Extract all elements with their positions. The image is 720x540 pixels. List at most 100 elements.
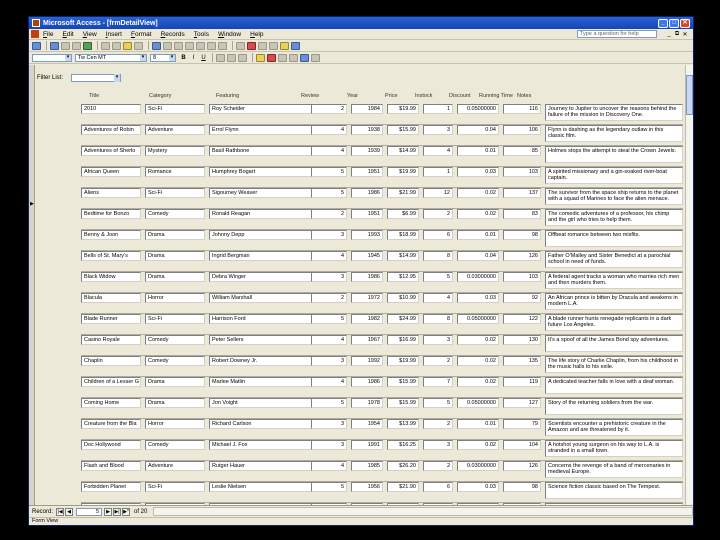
featuring-field[interactable]: William Marshall — [209, 293, 317, 303]
category-field[interactable]: Drama — [145, 230, 205, 240]
cut-icon[interactable] — [101, 41, 110, 50]
running-time-field[interactable]: 103 — [503, 167, 541, 177]
featuring-field[interactable]: Ronald Reagan — [209, 209, 317, 219]
price-field[interactable]: $18.99 — [387, 230, 419, 240]
notes-field[interactable]: Holmes stops the attempt to steal the Cr… — [545, 146, 683, 163]
discount-field[interactable]: 0.02 — [457, 209, 499, 219]
scroll-thumb[interactable] — [686, 75, 693, 115]
title-field[interactable]: Children of a Lesser G — [81, 377, 141, 387]
instock-field[interactable]: 2 — [423, 356, 453, 366]
year-field[interactable]: 1951 — [351, 209, 383, 219]
category-field[interactable]: Drama — [145, 272, 205, 282]
title-field[interactable]: Benny & Joon — [81, 230, 141, 240]
bold-button[interactable]: B — [179, 54, 188, 62]
year-field[interactable]: 1967 — [351, 335, 383, 345]
price-field[interactable]: $6.99 — [387, 209, 419, 219]
discount-field[interactable]: 0.04 — [457, 251, 499, 261]
save-icon[interactable] — [50, 41, 59, 50]
price-field[interactable]: $14.99 — [387, 146, 419, 156]
notes-field[interactable]: A federal agent tracks a woman who marri… — [545, 272, 683, 289]
year-field[interactable]: 1982 — [351, 314, 383, 324]
menu-records[interactable]: Records — [161, 31, 185, 38]
price-field[interactable]: $26.20 — [387, 461, 419, 471]
running-time-field[interactable]: 119 — [503, 377, 541, 387]
discount-field[interactable]: 0.03 — [457, 293, 499, 303]
notes-field[interactable]: Offbeat romance between two misfits. — [545, 230, 683, 247]
price-field[interactable]: $13.99 — [387, 419, 419, 429]
featuring-field[interactable]: Sigourney Weaver — [209, 188, 317, 198]
year-field[interactable]: 1972 — [351, 293, 383, 303]
instock-field[interactable]: 1 — [423, 167, 453, 177]
object-selector[interactable] — [32, 53, 72, 62]
running-time-field[interactable]: 137 — [503, 188, 541, 198]
title-field[interactable]: Creature from the Bla — [81, 419, 141, 429]
review-field[interactable]: 5 — [311, 398, 347, 408]
font-size-combo[interactable]: 8 — [150, 53, 176, 62]
price-field[interactable]: $19.99 — [387, 167, 419, 177]
spelling-icon[interactable] — [83, 41, 92, 50]
year-field[interactable]: 1956 — [351, 482, 383, 492]
menu-file[interactable]: File — [43, 31, 54, 38]
featuring-field[interactable]: Leslie Nielsen — [209, 482, 317, 492]
price-field[interactable]: $24.99 — [387, 314, 419, 324]
notes-field[interactable]: It's a spoof of all the James Bond spy a… — [545, 335, 683, 352]
discount-field[interactable]: 0.01 — [457, 146, 499, 156]
discount-field[interactable]: 0.03000000 — [457, 272, 499, 282]
align-center-icon[interactable] — [227, 53, 236, 62]
category-field[interactable]: Sci-Fi — [145, 188, 205, 198]
paste-icon[interactable] — [123, 41, 132, 50]
title-field[interactable]: Bedtime for Bonzo — [81, 209, 141, 219]
running-time-field[interactable]: 130 — [503, 335, 541, 345]
price-field[interactable]: $21.99 — [387, 188, 419, 198]
menu-window[interactable]: Window — [218, 31, 241, 38]
notes-field[interactable]: Story of the returning soldiers from the… — [545, 398, 683, 415]
notes-field[interactable]: Flynn is dashing as the legendary outlaw… — [545, 125, 683, 142]
instock-field[interactable]: 4 — [423, 146, 453, 156]
running-time-field[interactable]: 106 — [503, 125, 541, 135]
review-field[interactable]: 3 — [311, 440, 347, 450]
year-field[interactable]: 1938 — [351, 125, 383, 135]
category-field[interactable]: Romance — [145, 167, 205, 177]
align-right-icon[interactable] — [238, 53, 247, 62]
notes-field[interactable]: Scientists encounter a prehistoric creat… — [545, 419, 683, 436]
instock-field[interactable]: 5 — [423, 272, 453, 282]
line-color-icon[interactable] — [278, 53, 287, 62]
maximize-icon[interactable]: □ — [669, 18, 679, 28]
title-field[interactable]: Bells of St. Mary's — [81, 251, 141, 261]
price-field[interactable]: $16.25 — [387, 440, 419, 450]
title-bar[interactable]: Microsoft Access - [frmDetailView] _ □ ✕ — [29, 17, 693, 29]
year-field[interactable]: 1954 — [351, 419, 383, 429]
running-time-field[interactable]: 135 — [503, 356, 541, 366]
font-color-icon[interactable] — [267, 53, 276, 62]
featuring-field[interactable]: Richard Carlson — [209, 419, 317, 429]
filter-by-selection-icon[interactable] — [185, 41, 194, 50]
review-field[interactable]: 5 — [311, 188, 347, 198]
format-painter-icon[interactable] — [134, 41, 143, 50]
instock-field[interactable]: 8 — [423, 314, 453, 324]
featuring-field[interactable]: Michael J. Fox — [209, 440, 317, 450]
database-window-icon[interactable] — [269, 41, 278, 50]
properties-icon[interactable] — [258, 41, 267, 50]
sort-descending-icon[interactable] — [174, 41, 183, 50]
featuring-field[interactable]: Basil Rathbone — [209, 146, 317, 156]
title-field[interactable]: Blade Runner — [81, 314, 141, 324]
price-field[interactable]: $15.99 — [387, 377, 419, 387]
title-field[interactable]: African Queen — [81, 167, 141, 177]
filter-list-combo[interactable] — [71, 74, 122, 82]
featuring-field[interactable]: Peter Sellers — [209, 335, 317, 345]
help-icon[interactable] — [291, 41, 300, 50]
discount-field[interactable]: 0.05000000 — [457, 398, 499, 408]
review-field[interactable]: 5 — [311, 167, 347, 177]
discount-field[interactable]: 0.01 — [457, 230, 499, 240]
featuring-field[interactable]: Roy Scheider — [209, 104, 317, 114]
category-field[interactable]: Comedy — [145, 440, 205, 450]
notes-field[interactable]: The comedic adventures of a professor, h… — [545, 209, 683, 226]
discount-field[interactable]: 0.03000000 — [457, 461, 499, 471]
title-field[interactable]: Black Widow — [81, 272, 141, 282]
italic-button[interactable]: I — [189, 54, 198, 62]
category-field[interactable]: Sci-Fi — [145, 314, 205, 324]
align-left-icon[interactable] — [216, 53, 225, 62]
review-field[interactable]: 2 — [311, 293, 347, 303]
review-field[interactable]: 4 — [311, 251, 347, 261]
year-field[interactable]: 1985 — [351, 461, 383, 471]
